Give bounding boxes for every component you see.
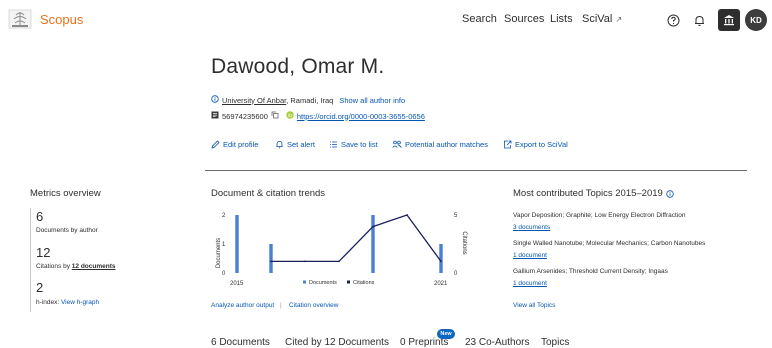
documents-bar	[371, 215, 375, 273]
topic-name: Vapor Deposition; Graphite; Low Energy E…	[513, 212, 686, 219]
tab-topics[interactable]: Topics	[541, 337, 569, 348]
trends-chart: Documents 2 1 0 5 0 Citations 2015 2021 Documents…	[210, 205, 470, 290]
tab-documents[interactable]: 6 Documents	[211, 337, 270, 348]
citations-label[interactable]: Citations by 12 documents	[36, 263, 116, 270]
left-tick-label: 2	[222, 213, 226, 219]
topics-title-row: Most contributed Topics 2015–2019	[513, 188, 674, 199]
affiliation-link[interactable]: University Of Anbar	[222, 96, 286, 105]
nav-scival-label: SciVal	[582, 13, 613, 25]
citations-label-prefix: Citations by	[36, 263, 72, 270]
info-icon[interactable]	[666, 189, 674, 198]
right-axis-label: Citations	[461, 231, 467, 254]
x-tick-label: 2021	[434, 281, 448, 287]
citations-point	[372, 225, 374, 228]
footer-separator: |	[280, 302, 282, 309]
view-h-graph-link[interactable]: View h-graph	[61, 299, 99, 306]
new-badge: New	[437, 329, 455, 339]
info-icon	[211, 95, 219, 105]
orcid-link[interactable]: https://orcid.org/0000-0003-3655-0656	[297, 112, 425, 121]
bell-outline-icon	[276, 141, 283, 149]
h-index-value: 2	[36, 280, 44, 295]
citations-line	[271, 214, 442, 263]
top-header: Scopus Search Sources Lists SciVal ↗ KD	[0, 0, 772, 40]
documents-count: 6	[36, 209, 44, 224]
identifiers-row: 56974235600 https://orcid.org/0000-0003-…	[211, 111, 425, 121]
orcid-icon	[286, 111, 294, 121]
legend-citations-swatch	[347, 280, 350, 284]
export-to-scival-button[interactable]: Export to SciVal	[503, 140, 568, 149]
tab-cited-by[interactable]: Cited by 12 Documents	[285, 337, 389, 348]
citation-overview-link[interactable]: Citation overview	[289, 302, 339, 309]
affiliation-location: , Ramadi, Iraq	[286, 95, 334, 105]
h-index-row: h-index: View h-graph	[36, 299, 99, 306]
nav-sources[interactable]: Sources	[504, 13, 544, 25]
metrics-overview-title: Metrics overview	[30, 188, 101, 199]
citations-point	[338, 260, 340, 263]
nav-lists[interactable]: Lists	[550, 13, 573, 25]
export-to-scival-label: Export to SciVal	[515, 140, 568, 149]
author-name: Dawood, Omar M.	[211, 55, 385, 78]
elsevier-logo-icon[interactable]	[8, 9, 32, 29]
potential-author-matches-label: Potential author matches	[405, 140, 488, 149]
help-icon[interactable]	[664, 11, 682, 29]
scopus-brand[interactable]: Scopus	[40, 12, 83, 27]
right-tick-label: 0	[454, 271, 458, 277]
citations-point	[440, 260, 442, 263]
nav-search[interactable]: Search	[462, 13, 497, 25]
pencil-icon	[211, 140, 220, 149]
citations-point	[270, 260, 272, 263]
topic-documents-link[interactable]: 1 document	[513, 280, 547, 287]
edit-profile-button[interactable]: Edit profile	[211, 140, 258, 149]
right-tick-label: 5	[454, 213, 458, 219]
set-alert-label: Set alert	[287, 140, 315, 149]
citations-count: 12	[36, 245, 51, 260]
topic-name: Single Walled Nanotube; Molecular Mechan…	[513, 240, 706, 247]
institution-icon[interactable]	[718, 9, 740, 31]
view-all-topics-link[interactable]: View all Topics	[513, 302, 555, 309]
h-index-label: h-index:	[36, 299, 60, 306]
trends-title: Document & citation trends	[211, 188, 326, 199]
legend-citations-label: Citations	[353, 280, 375, 286]
topic-documents-link[interactable]: 3 documents	[513, 224, 550, 231]
scopus-id-icon	[211, 111, 219, 121]
potential-author-matches-button[interactable]: Potential author matches	[392, 140, 488, 149]
show-all-author-info-link[interactable]: Show all author info	[339, 96, 405, 105]
user-avatar[interactable]: KD	[745, 9, 767, 31]
topics-title: Most contributed Topics 2015–2019	[513, 188, 663, 199]
export-icon	[504, 140, 512, 149]
metrics-accent-bar	[30, 208, 31, 312]
citations-documents-link[interactable]: 12 documents	[72, 263, 116, 270]
people-icon	[392, 140, 402, 148]
legend-documents-swatch	[303, 280, 306, 284]
list-icon	[330, 141, 337, 148]
documents-bar	[439, 244, 443, 273]
x-tick-label: 2015	[230, 281, 244, 287]
bell-icon[interactable]	[690, 11, 708, 29]
left-tick-label: 0	[222, 271, 226, 277]
copy-icon[interactable]	[271, 111, 279, 121]
documents-bar	[269, 244, 273, 273]
set-alert-button[interactable]: Set alert	[275, 140, 315, 149]
documents-bar	[235, 215, 239, 273]
topic-documents-link[interactable]: 1 document	[513, 252, 547, 259]
tab-co-authors[interactable]: 23 Co-Authors	[465, 337, 529, 348]
affiliation-row: University Of Anbar, Ramadi, Iraq Show a…	[211, 95, 405, 105]
topic-name: Gallium Arsenides; Threshold Current Den…	[513, 268, 668, 275]
external-link-icon: ↗	[615, 15, 623, 24]
citations-point	[406, 214, 408, 216]
save-to-list-label: Save to list	[341, 140, 378, 149]
nav-scival[interactable]: SciVal ↗	[582, 13, 622, 25]
legend-documents-label: Documents	[309, 280, 337, 286]
section-divider	[205, 170, 747, 171]
documents-by-author-label: Documents by author	[36, 227, 98, 234]
scopus-author-id: 56974235600	[222, 111, 268, 121]
analyze-author-output-link[interactable]: Analyze author output	[211, 302, 274, 309]
trends-chart-svg: Documents21050Citations2015 2021Documents…	[216, 213, 467, 287]
citations-point	[304, 260, 306, 263]
left-tick-label: 1	[222, 242, 226, 248]
save-to-list-button[interactable]: Save to list	[329, 140, 378, 149]
edit-profile-label: Edit profile	[223, 140, 259, 149]
